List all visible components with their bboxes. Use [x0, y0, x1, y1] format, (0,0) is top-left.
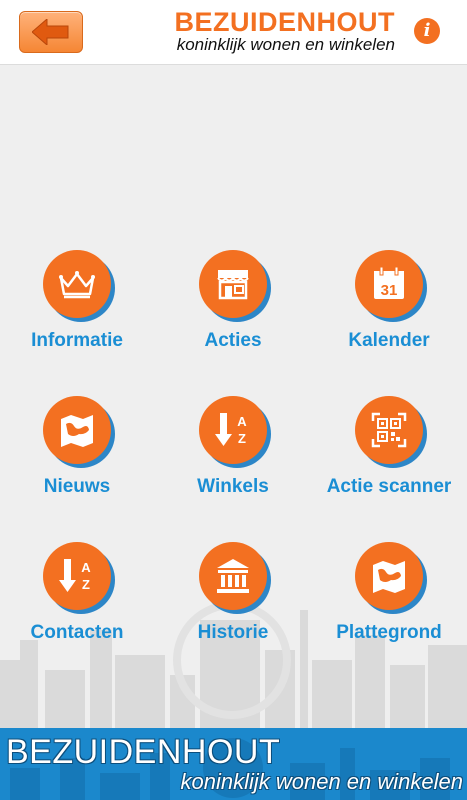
brand-title: BEZUIDENHOUT: [174, 7, 395, 37]
menu-label: Acties: [204, 330, 262, 351]
menu-icon-circle: A Z: [43, 542, 111, 610]
menu-icon-circle: [43, 250, 111, 318]
menu-icon-circle: [355, 396, 423, 464]
menu-icon-circle: [199, 250, 267, 318]
menu-item-informatie[interactable]: Informatie: [2, 250, 152, 352]
menu-item-kalender[interactable]: 31 Kalender: [314, 250, 464, 352]
shop-icon: [217, 270, 249, 300]
svg-text:A: A: [237, 414, 247, 429]
footer-subtitle: koninklijk wonen en winkelen: [180, 769, 464, 794]
svg-text:Z: Z: [82, 577, 90, 592]
menu-item-winkels[interactable]: A Z Winkels: [158, 396, 308, 498]
menu-item-nieuws[interactable]: Nieuws: [2, 396, 152, 498]
footer-banner: BEZUIDENHOUT koninklijk wonen en winkele…: [0, 728, 467, 800]
svg-text:A: A: [81, 560, 91, 575]
menu-label: Historie: [197, 622, 269, 643]
crown-icon: [59, 271, 95, 299]
menu-label: Kalender: [348, 330, 430, 351]
menu-label: Actie scanner: [326, 476, 452, 497]
info-icon: i: [423, 20, 431, 41]
brand-subtitle: koninklijk wonen en winkelen: [176, 35, 395, 54]
sort-az-icon: A Z: [215, 413, 247, 446]
menu-item-acties[interactable]: Acties: [158, 250, 308, 352]
qr-code-icon: [371, 412, 407, 448]
app-header: BEZUIDENHOUT koninklijk wonen en winkele…: [0, 0, 467, 65]
footer-title: BEZUIDENHOUT: [6, 733, 281, 771]
arrow-left-icon: [32, 19, 69, 45]
menu-item-actie-scanner[interactable]: Actie scanner: [314, 396, 464, 498]
menu-item-plattegrond[interactable]: Plattegrond: [314, 542, 464, 644]
menu-label: Plattegrond: [336, 622, 442, 643]
back-button[interactable]: [19, 11, 83, 53]
menu-icon-circle: A Z: [199, 396, 267, 464]
building-icon: [217, 559, 249, 593]
menu-label: Contacten: [30, 622, 124, 643]
map-icon: [61, 415, 93, 447]
brand-logo: BEZUIDENHOUT koninklijk wonen en winkele…: [175, 8, 396, 54]
menu-item-contacten[interactable]: A Z Contacten: [2, 542, 152, 644]
menu-icon-circle: [199, 542, 267, 610]
menu-label: Nieuws: [43, 476, 111, 497]
menu-label: Winkels: [197, 476, 269, 497]
svg-text:Z: Z: [238, 431, 246, 446]
menu-item-historie[interactable]: Historie: [158, 542, 308, 644]
menu-icon-circle: [43, 396, 111, 464]
menu-icon-circle: 31: [355, 250, 423, 318]
map-icon: [373, 561, 405, 593]
calendar-day-text: 31: [381, 282, 398, 299]
sort-az-icon: A Z: [59, 559, 91, 592]
info-button[interactable]: i: [414, 18, 440, 44]
calendar-icon: 31: [374, 266, 404, 299]
menu-icon-circle: [355, 542, 423, 610]
menu-label: Informatie: [31, 330, 123, 351]
